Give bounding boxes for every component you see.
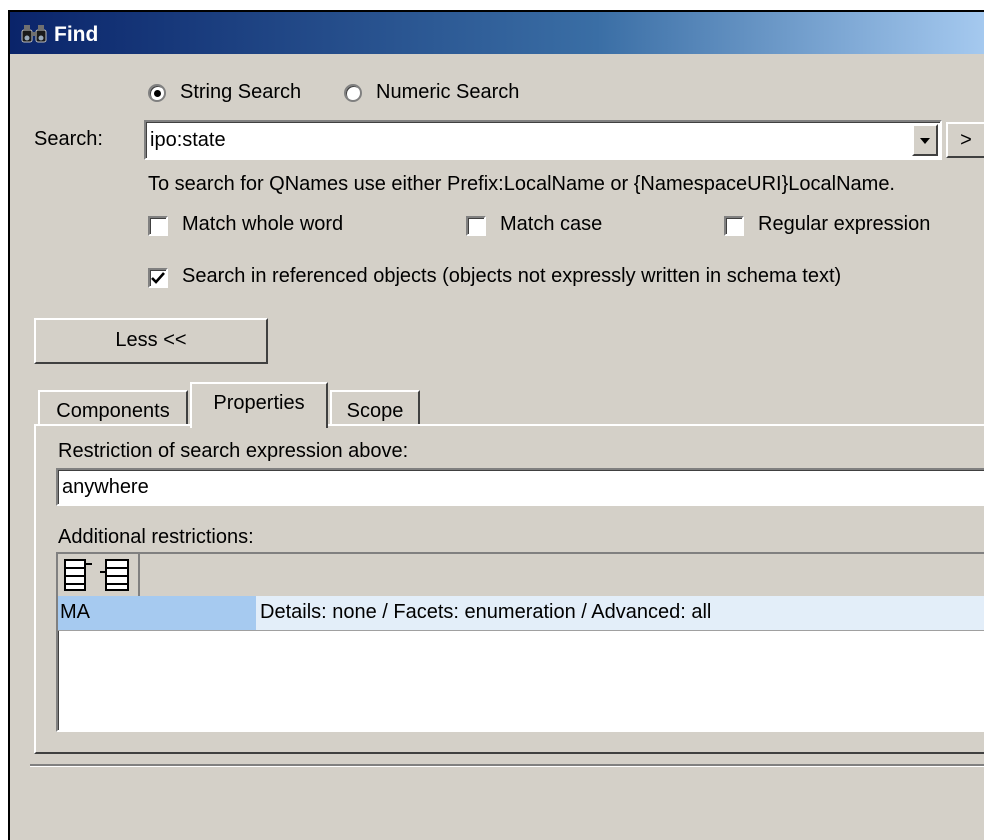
restriction-field[interactable]: anywhere [56, 468, 984, 506]
dropdown-arrow-icon [920, 138, 930, 144]
table-toolbar [58, 554, 984, 597]
search-input[interactable]: ipo:state [150, 129, 226, 152]
row-name-cell[interactable]: MA [58, 596, 256, 630]
match-case-checkbox[interactable] [466, 216, 486, 236]
less-button[interactable]: Less << [34, 318, 268, 364]
match-whole-word-label[interactable]: Match whole word [182, 213, 343, 236]
numeric-search-label[interactable]: Numeric Search [376, 81, 519, 104]
restrictions-rows: MA Details: none / Facets: enumeration / … [58, 596, 984, 631]
regular-expression-label[interactable]: Regular expression [758, 213, 930, 236]
additional-restrictions-label: Additional restrictions: [58, 526, 254, 548]
search-combobox[interactable]: ipo:state [144, 120, 942, 160]
tab-scope[interactable]: Scope [330, 390, 420, 426]
string-search-label[interactable]: String Search [180, 81, 301, 104]
restriction-value[interactable]: anywhere [62, 476, 149, 499]
search-referenced-checkbox[interactable] [148, 268, 168, 288]
tab-properties[interactable]: Properties [190, 382, 328, 428]
string-search-radio[interactable] [148, 84, 166, 102]
table-row[interactable]: MA Details: none / Facets: enumeration / … [58, 596, 984, 631]
insert-row-icon[interactable] [98, 556, 134, 594]
row-details-cell[interactable]: Details: none / Facets: enumeration / Ad… [260, 596, 711, 630]
toolbar-separator [138, 554, 140, 596]
restriction-label: Restriction of search expression above: [58, 440, 409, 462]
tab-components[interactable]: Components [38, 390, 188, 426]
search-hint: To search for QNames use either Prefix:L… [148, 173, 895, 195]
match-case-label[interactable]: Match case [500, 213, 602, 236]
window-title: Find [54, 23, 99, 46]
dialog-divider [30, 764, 984, 767]
numeric-search-radio[interactable] [344, 84, 362, 102]
find-dialog: Find String Search Numeric Search Search… [8, 10, 984, 840]
title-bar: Find [10, 12, 984, 54]
regular-expression-checkbox[interactable] [724, 216, 744, 236]
properties-panel: Restriction of search expression above: … [34, 424, 984, 754]
search-referenced-label[interactable]: Search in referenced objects (objects no… [182, 265, 841, 288]
restrictions-table: MA Details: none / Facets: enumeration / … [56, 552, 984, 732]
checkmark-icon [151, 272, 165, 284]
append-row-icon[interactable] [60, 556, 96, 594]
radio-selected-dot [154, 90, 161, 97]
search-label: Search: [34, 128, 103, 150]
dropdown-button[interactable] [912, 124, 938, 156]
match-whole-word-checkbox[interactable] [148, 216, 168, 236]
more-button[interactable]: > [946, 122, 984, 158]
binoculars-icon [21, 25, 47, 43]
